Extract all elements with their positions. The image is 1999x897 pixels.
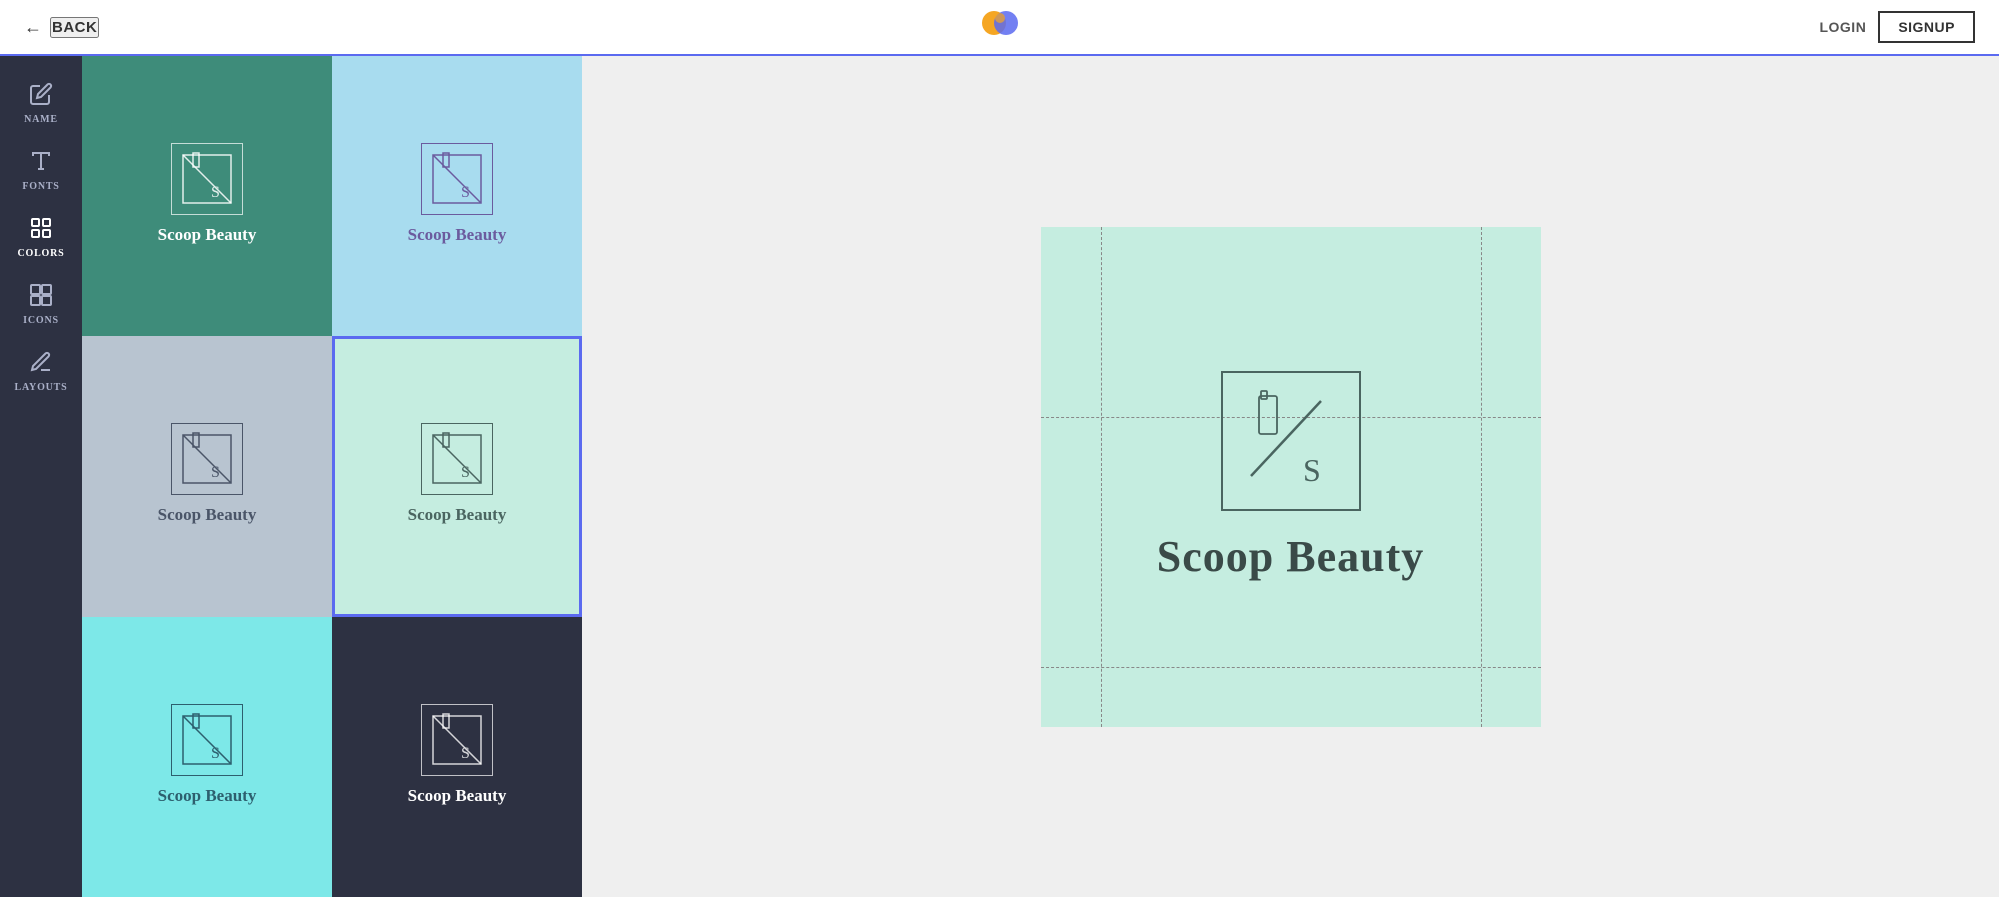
- topnav-center: [980, 7, 1020, 47]
- icons-icon: [29, 283, 53, 311]
- sidebar-item-icons[interactable]: ICONS: [0, 273, 82, 336]
- app-logo-icon: [980, 10, 1020, 46]
- sidebar-fonts-label: FONTS: [22, 181, 59, 192]
- login-button[interactable]: LOGIN: [1819, 19, 1866, 35]
- crosshair-left: [1101, 227, 1102, 727]
- svg-text:S: S: [211, 184, 220, 201]
- topnav-left: ← BACK: [24, 17, 99, 38]
- sidebar-name-label: NAME: [24, 114, 58, 125]
- thumb-card-1[interactable]: S Scoop Beauty: [82, 56, 332, 336]
- thumb-title-1: Scoop Beauty: [158, 225, 257, 245]
- sidebar-item-layouts[interactable]: LAYOUTS: [0, 340, 82, 403]
- thumb-logo-4: S: [421, 423, 493, 495]
- preview-area: S Scoop Beauty: [582, 56, 1999, 897]
- thumb-logo-1: S: [171, 143, 243, 215]
- sidebar-item-name[interactable]: NAME: [0, 72, 82, 135]
- preview-brand-name: Scoop Beauty: [1157, 531, 1424, 582]
- sidebar-layouts-label: LAYOUTS: [14, 382, 67, 393]
- sidebar-colors-label: COLORS: [17, 248, 64, 259]
- thumb-title-2: Scoop Beauty: [408, 225, 507, 245]
- thumb-card-3[interactable]: S Scoop Beauty: [82, 336, 332, 616]
- topnav-right: LOGIN SIGNUP: [1819, 11, 1975, 43]
- thumb-title-6: Scoop Beauty: [408, 786, 507, 806]
- thumb-logo-5: S: [171, 704, 243, 776]
- svg-text:S: S: [461, 745, 470, 762]
- thumb-logo-2: S: [421, 143, 493, 215]
- thumb-title-3: Scoop Beauty: [158, 505, 257, 525]
- topnav: ← BACK LOGIN SIGNUP: [0, 0, 1999, 56]
- thumb-logo-3: S: [171, 423, 243, 495]
- main-layout: NAME FONTS COLORS: [0, 56, 1999, 897]
- preview-logo-svg: S: [1231, 381, 1351, 501]
- thumb-card-5[interactable]: S Scoop Beauty: [82, 617, 332, 897]
- crosshair-bottom: [1041, 667, 1541, 668]
- colors-icon: [29, 216, 53, 244]
- svg-text:S: S: [211, 745, 220, 762]
- sidebar-icons-label: ICONS: [23, 315, 59, 326]
- svg-text:S: S: [211, 464, 220, 481]
- svg-text:S: S: [1303, 452, 1321, 488]
- thumbnails-panel: S Scoop Beauty S Scoop Beauty: [82, 56, 582, 897]
- name-icon: [29, 82, 53, 110]
- thumb-title-5: Scoop Beauty: [158, 786, 257, 806]
- thumb-card-2[interactable]: S Scoop Beauty: [332, 56, 582, 336]
- thumb-title-4: Scoop Beauty: [408, 505, 507, 525]
- sidebar-item-fonts[interactable]: FONTS: [0, 139, 82, 202]
- preview-logo-box: S: [1221, 371, 1361, 511]
- fonts-icon: [29, 149, 53, 177]
- preview-canvas: S Scoop Beauty: [1041, 227, 1541, 727]
- thumb-card-4[interactable]: S Scoop Beauty: [332, 336, 582, 616]
- sidebar-item-colors[interactable]: COLORS: [0, 206, 82, 269]
- back-arrow-icon: ←: [24, 17, 42, 38]
- sidebar: NAME FONTS COLORS: [0, 56, 82, 897]
- thumb-logo-6: S: [421, 704, 493, 776]
- svg-text:S: S: [461, 464, 470, 481]
- thumb-card-6[interactable]: S Scoop Beauty: [332, 617, 582, 897]
- back-button[interactable]: BACK: [50, 17, 99, 38]
- crosshair-right: [1481, 227, 1482, 727]
- layouts-icon: [29, 350, 53, 378]
- svg-text:S: S: [461, 184, 470, 201]
- signup-button[interactable]: SIGNUP: [1878, 11, 1975, 43]
